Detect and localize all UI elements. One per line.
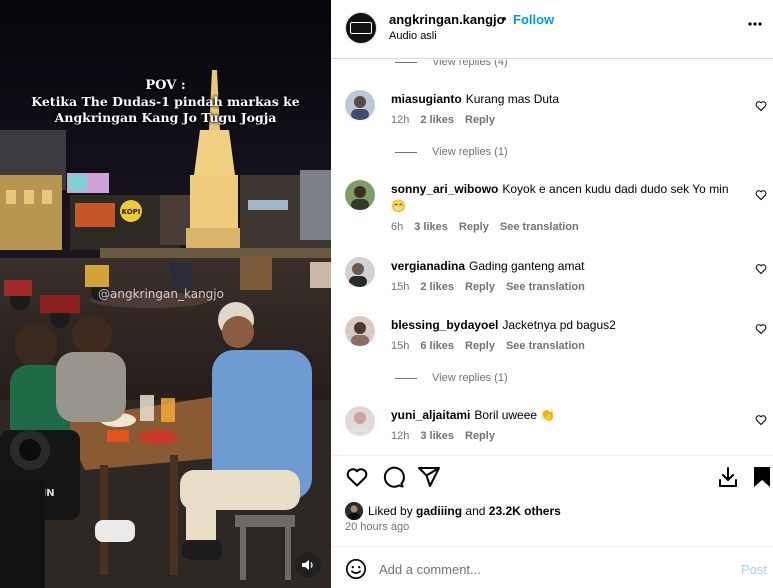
view-replies-label: View replies (1) xyxy=(432,372,508,384)
commenter-username[interactable]: yuni_aljaitami xyxy=(391,408,470,422)
bookmark-icon[interactable] xyxy=(752,465,772,489)
comment-text: miasugianto Kurang mas Duta xyxy=(391,91,743,108)
comment-time[interactable]: 15h xyxy=(391,281,409,293)
comment-time[interactable]: 15h xyxy=(391,340,409,352)
post-detail-panel: angkringan.kangjo • Follow Audio asli Vi… xyxy=(331,0,773,588)
mute-button[interactable] xyxy=(295,552,321,578)
post-footer: Liked by gadiiing and 23.2K others 20 ho… xyxy=(331,455,773,588)
action-bar xyxy=(345,465,453,489)
video-caption-overlay: POV : Ketika The Dudas-1 pindah markas k… xyxy=(0,78,331,126)
comment-like-icon[interactable] xyxy=(755,189,767,201)
emoji-icon[interactable] xyxy=(345,558,367,580)
reply-button[interactable]: Reply xyxy=(465,340,495,352)
comment-likes[interactable]: 3 likes xyxy=(414,221,448,233)
view-replies-button[interactable]: View replies (1) xyxy=(395,372,508,384)
comment-like-icon[interactable] xyxy=(755,414,767,426)
divider-line xyxy=(395,151,417,153)
commenter-avatar[interactable] xyxy=(345,257,375,287)
comment-time[interactable]: 6h xyxy=(391,221,403,233)
add-comment-bar: Post xyxy=(331,546,773,588)
commenter-username[interactable]: blessing_bydayoel xyxy=(391,318,498,332)
liked-by-and: and xyxy=(465,504,486,518)
more-horizontal-icon xyxy=(748,22,762,26)
comment-likes[interactable]: 6 likes xyxy=(420,340,454,352)
separator-dot: • xyxy=(502,11,507,26)
comment-body: Koyok e ancen kudu dadi dudo sek Yo min xyxy=(502,182,729,196)
share-icon[interactable] xyxy=(417,465,441,489)
liked-by-user[interactable]: gadiiing xyxy=(416,504,462,518)
comment-body: Kurang mas Duta xyxy=(465,92,560,106)
divider-line xyxy=(395,377,417,379)
commenter-username[interactable]: miasugianto xyxy=(391,92,462,106)
comment-like-icon[interactable] xyxy=(755,100,767,112)
comment-text: vergianadina Gading ganteng amat xyxy=(391,258,743,275)
video-watermark: @angkringan_kangjo xyxy=(98,287,224,301)
brand-logo-icon xyxy=(350,22,372,34)
comment-like-icon[interactable] xyxy=(755,263,767,275)
comment-text: blessing_bydayoel Jacketnya pd bagus2 xyxy=(391,317,743,334)
follow-button[interactable]: Follow xyxy=(513,12,554,27)
post-comment-button[interactable]: Post xyxy=(741,562,767,577)
reply-button[interactable]: Reply xyxy=(465,114,495,126)
comment-likes[interactable]: 2 likes xyxy=(420,114,454,126)
comment-body: Gading ganteng amat xyxy=(469,259,585,273)
comment-time[interactable]: 12h xyxy=(391,114,409,126)
comment-time[interactable]: 12h xyxy=(391,430,409,442)
clapping-emoji-icon: 👏 xyxy=(540,408,556,422)
commenter-avatar[interactable] xyxy=(345,406,375,436)
caption-line-1: POV : xyxy=(145,78,186,93)
commenter-avatar[interactable] xyxy=(345,90,375,120)
liker-avatar[interactable] xyxy=(345,502,363,520)
comment-icon[interactable] xyxy=(381,465,405,489)
reply-button[interactable]: Reply xyxy=(465,430,495,442)
see-translation-button[interactable]: See translation xyxy=(500,221,579,233)
see-translation-button[interactable]: See translation xyxy=(506,340,585,352)
reel-video[interactable]: KOPI POV: Ketika The Dudas-1 pindah mar… xyxy=(0,0,331,588)
likes-summary: Liked by gadiiing and 23.2K others xyxy=(345,502,561,520)
comments-list[interactable]: View replies (4) miasugianto Kurang mas D… xyxy=(331,60,773,455)
caption-line-3: Angkringan Kang Jo Tugu Jogja xyxy=(54,110,277,125)
post-timestamp[interactable]: 20 hours ago xyxy=(345,521,409,533)
comment-meta: 6h 3 likes Reply See translation xyxy=(391,221,590,233)
commenter-username[interactable]: vergianadina xyxy=(391,259,465,273)
download-icon[interactable] xyxy=(716,465,740,489)
divider-line xyxy=(395,61,417,63)
storefront-sign: KOPI xyxy=(122,208,141,216)
liked-by-others[interactable]: 23.2K others xyxy=(489,504,561,518)
comment-meta: 12h 2 likes Reply xyxy=(391,114,506,126)
reply-button[interactable]: Reply xyxy=(459,221,489,233)
liked-by-prefix: Liked by xyxy=(368,504,413,518)
comment-meta: 15h 2 likes Reply See translation xyxy=(391,281,596,293)
more-options-button[interactable] xyxy=(747,16,763,37)
author-username[interactable]: angkringan.kangjo xyxy=(389,12,505,27)
grinning-emoji-icon: 😁 xyxy=(391,199,406,213)
caption-line-2: Ketika The Dudas-1 pindah markas ke xyxy=(31,94,300,109)
comment-like-icon[interactable] xyxy=(755,323,767,335)
see-translation-button[interactable]: See translation xyxy=(506,281,585,293)
view-replies-button[interactable]: View replies (1) xyxy=(395,146,508,158)
comment-meta: 12h 3 likes Reply xyxy=(391,430,506,442)
post-header: angkringan.kangjo • Follow Audio asli xyxy=(331,0,773,59)
comment-likes[interactable]: 3 likes xyxy=(420,430,454,442)
view-replies-label: View replies (4) xyxy=(432,60,508,68)
comment-meta: 15h 6 likes Reply See translation xyxy=(391,340,596,352)
view-replies-label: View replies (1) xyxy=(432,146,508,158)
heart-icon[interactable] xyxy=(345,465,369,489)
author-avatar[interactable] xyxy=(345,12,377,44)
speaker-icon xyxy=(302,560,313,570)
commenter-avatar[interactable] xyxy=(345,180,375,210)
comment-text: yuni_aljaitami Boril uweee 👏 xyxy=(391,407,743,424)
comment-body: Jacketnya pd bagus2 xyxy=(502,318,616,332)
comment-text: sonny_ari_wibowo Koyok e ancen kudu dadi … xyxy=(391,181,743,215)
audio-link[interactable]: Audio asli xyxy=(389,30,437,42)
reply-button[interactable]: Reply xyxy=(465,281,495,293)
comment-body: Boril uweee xyxy=(474,408,538,422)
commenter-username[interactable]: sonny_ari_wibowo xyxy=(391,182,498,196)
comment-likes[interactable]: 2 likes xyxy=(420,281,454,293)
view-replies-button[interactable]: View replies (4) xyxy=(395,60,508,68)
commenter-avatar[interactable] xyxy=(345,316,375,346)
add-comment-input[interactable] xyxy=(379,557,719,581)
